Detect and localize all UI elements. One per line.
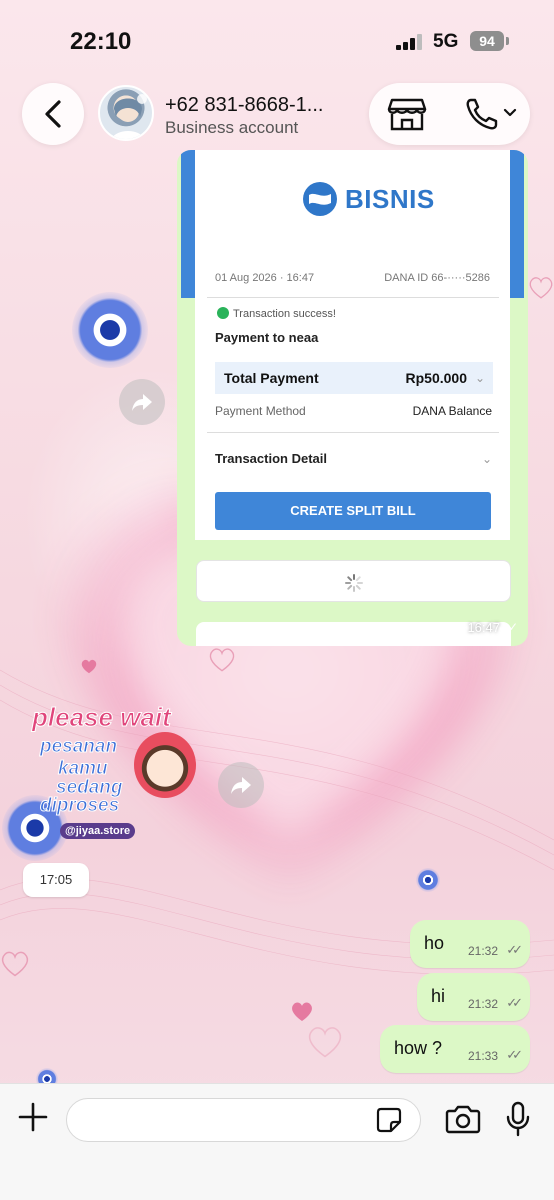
total-label: Total Payment [224,370,319,386]
read-receipt-icon: ✓✓ [506,995,523,1010]
brand-label: BISNIS [345,184,435,214]
sticker-button[interactable] [376,1107,402,1133]
sticker-handle: @jiyaa.store [60,823,136,839]
message-time: 16:47 [467,620,500,635]
avatar[interactable] [98,85,154,141]
sticker-character [134,732,196,798]
payment-method-label: Payment Method [215,404,306,418]
payment-recipient: Payment to neaa [215,330,319,345]
payment-method-value: DANA Balance [412,404,492,418]
forward-button[interactable] [218,762,264,808]
read-receipt-icon: ✓✓ [506,1047,523,1062]
total-value: Rp50.000 [405,370,467,386]
spinner-icon [345,574,363,592]
chevron-down-icon: ⌄ [481,452,492,466]
read-receipt-icon: ✓✓ [506,942,523,957]
network-type: 5G [433,31,459,52]
attach-button[interactable] [16,1100,50,1134]
back-chevron-icon [45,100,61,128]
status-time: 22:10 [70,28,132,55]
forward-icon [231,777,251,794]
header-actions [369,83,530,145]
evil-eye-decoration [416,868,440,892]
divider [207,297,499,298]
evil-eye-decoration [72,292,148,368]
transaction-status: Transaction success! [233,308,336,320]
message-text: hi [431,986,446,1006]
contact-subtitle: Business account [165,118,299,137]
small-heart-decoration [81,659,97,674]
back-button[interactable] [22,83,84,145]
call-button[interactable] [465,97,519,131]
forward-icon [132,394,152,411]
sticker-icon [376,1107,402,1133]
receipt-card: BISNIS 01 Aug 2026 · 16:47 DANA ID 66-··… [195,150,510,540]
small-heart-decoration [209,648,235,672]
message-text: ho [424,933,445,953]
dana-id: DANA ID 66-·····5286 [384,272,490,284]
camera-icon [445,1105,481,1134]
outgoing-message[interactable]: how ? 21:33 ✓✓ [380,1025,530,1073]
dana-logo-icon [303,182,337,216]
plus-icon [18,1102,48,1132]
sticker-text: pesanan [39,736,118,758]
status-bar: 22:10 5G 94 [0,0,554,80]
battery-nub [506,37,509,45]
small-heart-decoration [529,277,553,299]
divider [207,432,499,433]
read-receipt-icon: ✓✓ [497,620,518,634]
microphone-icon [506,1101,530,1137]
outgoing-message[interactable]: hi 21:32 ✓✓ [417,973,530,1021]
image-message-bubble[interactable]: BISNIS 01 Aug 2026 · 16:47 DANA ID 66-··… [177,150,528,646]
message-time: 21:32 [467,997,498,1011]
chevron-down-icon [503,108,517,117]
sticker-message[interactable]: please wait pesanan kamu sedang diproses… [22,680,204,845]
signal-icon [396,34,422,50]
transaction-date: 01 Aug 2026 · 16:47 [215,272,315,284]
chevron-down-icon: ⌄ [474,371,485,385]
split-bill-button: CREATE SPLIT BILL [215,492,491,530]
avatar-image [111,94,147,139]
forward-button[interactable] [119,379,165,425]
store-button[interactable] [387,97,427,131]
sticker-text: please wait [32,702,172,733]
contact-name[interactable]: +62 831-8668-1... [165,94,323,117]
success-check-icon [217,307,229,319]
message-composer [0,1083,554,1200]
transaction-detail-label: Transaction Detail [215,451,327,466]
camera-button[interactable] [445,1104,481,1134]
message-time: 21:33 [467,1049,498,1063]
loading-card [196,560,511,602]
message-time: 21:32 [467,944,498,958]
message-input[interactable] [66,1098,421,1142]
phone-icon [466,98,517,130]
small-heart-decoration [308,1027,342,1058]
sticker-time: 17:05 [23,863,89,897]
microphone-button[interactable] [506,1101,530,1137]
sticker-text: diproses [39,795,120,817]
receipt-card-bottom [196,622,511,646]
outgoing-message[interactable]: ho 21:32 ✓✓ [410,920,530,968]
total-payment-row: Total Payment Rp50.000 ⌄ [215,362,493,394]
message-text: how ? [394,1038,443,1058]
store-icon [387,98,427,131]
battery-icon: 94 [470,31,504,51]
small-heart-decoration [1,951,29,977]
small-heart-decoration [292,1002,312,1021]
